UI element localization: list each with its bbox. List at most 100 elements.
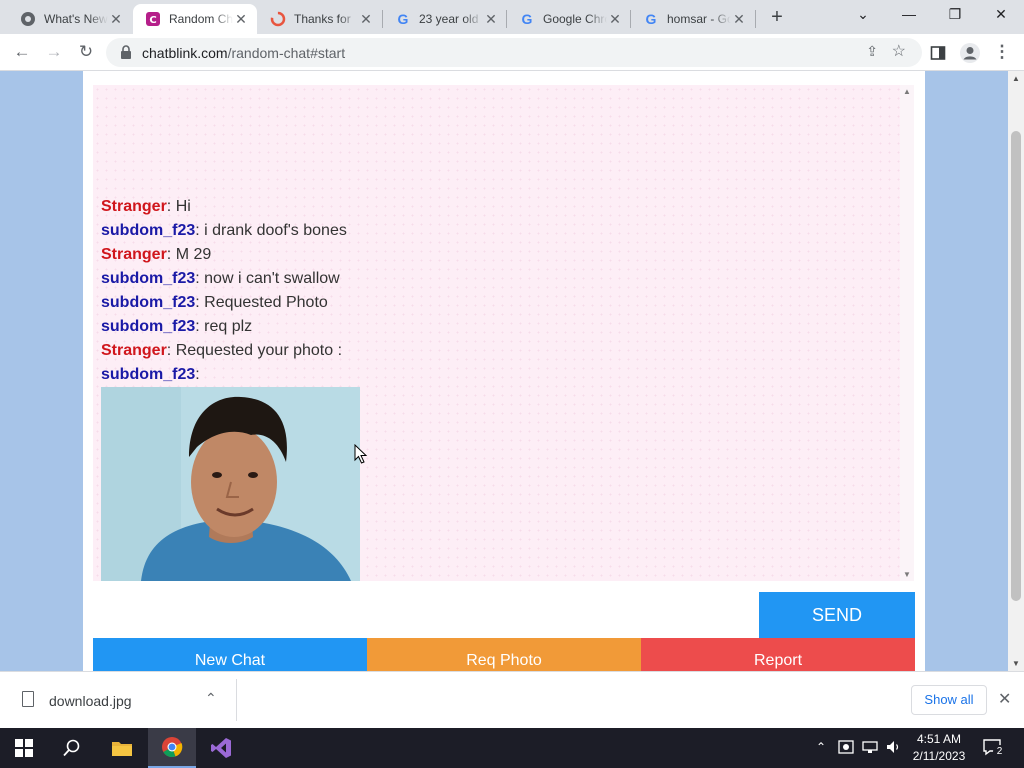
browser-toolbar: ← → ↻ chatblink.com/random-chat#start ⇪ … bbox=[0, 34, 1024, 71]
download-shelf: download.jpg ⌃ Show all ✕ bbox=[0, 671, 1024, 728]
system-clock[interactable]: 4:51 AM 2/11/2023 bbox=[907, 731, 971, 765]
message-text: : now i can't swallow bbox=[195, 270, 340, 287]
tab-thanks[interactable]: Thanks for ✕ bbox=[258, 4, 382, 34]
new-tab-button[interactable]: + bbox=[764, 5, 790, 31]
tab-title: homsar - Google bbox=[667, 12, 731, 26]
back-icon[interactable]: ← bbox=[10, 41, 34, 65]
visual-studio-icon[interactable] bbox=[197, 728, 245, 768]
google-icon: G bbox=[645, 11, 657, 27]
message-sender: Stranger bbox=[101, 342, 167, 359]
chrome-icon bbox=[20, 11, 36, 27]
tray-chevron-icon[interactable]: ⌃ bbox=[816, 740, 826, 754]
scroll-up-icon[interactable]: ▲ bbox=[900, 87, 914, 96]
portrait-photo[interactable] bbox=[101, 387, 360, 581]
forward-icon[interactable]: → bbox=[42, 41, 66, 65]
share-icon[interactable]: ⇪ bbox=[866, 43, 878, 60]
chat-panel: Stranger: Hi subdom_f23: i drank doof's b… bbox=[83, 71, 925, 671]
svg-text:C: C bbox=[149, 15, 156, 26]
restore-button[interactable]: ❐ bbox=[932, 0, 978, 30]
chat-message: subdom_f23: i drank doof's bones bbox=[101, 219, 347, 243]
windows-taskbar: ⌃ 4:51 AM 2/11/2023 2 bbox=[0, 728, 1024, 768]
show-all-button[interactable]: Show all bbox=[911, 685, 987, 715]
security-icon[interactable] bbox=[838, 740, 854, 757]
clock-date: 2/11/2023 bbox=[912, 749, 966, 763]
chat-log[interactable]: Stranger: Hi subdom_f23: i drank doof's b… bbox=[93, 85, 900, 581]
page-scrollbar[interactable]: ▲ ▼ bbox=[1008, 71, 1024, 671]
message-sender: Stranger bbox=[101, 246, 167, 263]
chat-message: subdom_f23: bbox=[101, 363, 347, 387]
scroll-up-icon[interactable]: ▲ bbox=[1008, 74, 1024, 83]
chatblink-icon: C bbox=[145, 11, 161, 27]
side-panel-icon[interactable] bbox=[926, 41, 950, 65]
url-text[interactable]: chatblink.com/random-chat#start bbox=[142, 45, 345, 61]
scrollbar-thumb[interactable] bbox=[1011, 131, 1021, 601]
bookmark-star-icon[interactable]: ☆ bbox=[892, 41, 906, 61]
file-icon bbox=[22, 691, 34, 707]
message-text: : req plz bbox=[195, 318, 253, 335]
volume-icon[interactable] bbox=[886, 740, 902, 757]
scroll-down-icon[interactable]: ▼ bbox=[1008, 659, 1024, 668]
clock-time: 4:51 AM bbox=[916, 732, 962, 746]
tab-search-icon[interactable]: ⌄ bbox=[840, 0, 886, 30]
message-sender: subdom_f23 bbox=[101, 270, 196, 287]
search-icon[interactable] bbox=[48, 728, 96, 768]
chat-scrollbar[interactable]: ▲ ▼ bbox=[900, 85, 914, 581]
chat-message: subdom_f23: Requested Photo bbox=[101, 291, 347, 315]
tab-separator bbox=[755, 10, 756, 28]
url-host: chatblink.com bbox=[142, 45, 228, 61]
close-tab-icon[interactable]: ✕ bbox=[607, 11, 623, 27]
close-shelf-icon[interactable]: ✕ bbox=[998, 689, 1011, 709]
file-explorer-icon[interactable] bbox=[98, 728, 146, 768]
message-sender: subdom_f23 bbox=[101, 318, 196, 335]
divider bbox=[236, 679, 237, 721]
message-text: : bbox=[195, 366, 200, 383]
page-viewport: Stranger: Hi subdom_f23: i drank doof's b… bbox=[0, 71, 1008, 671]
close-tab-icon[interactable]: ✕ bbox=[731, 11, 747, 27]
address-bar[interactable]: chatblink.com/random-chat#start ⇪ ☆ bbox=[106, 38, 922, 67]
tab-random-chat[interactable]: C Random Chat ✕ bbox=[133, 4, 257, 34]
chrome-icon[interactable] bbox=[148, 728, 196, 768]
minimize-button[interactable]: — bbox=[886, 0, 932, 30]
chat-message: Stranger: Hi bbox=[101, 195, 347, 219]
report-button[interactable]: Report bbox=[641, 638, 915, 671]
message-text: : Requested Photo bbox=[195, 294, 328, 311]
chat-message: subdom_f23: req plz bbox=[101, 315, 347, 339]
scroll-down-icon[interactable]: ▼ bbox=[900, 570, 914, 579]
close-tab-icon[interactable]: ✕ bbox=[108, 11, 124, 27]
message-text: : Hi bbox=[166, 198, 191, 215]
download-item[interactable]: download.jpg bbox=[49, 693, 132, 709]
message-input[interactable] bbox=[93, 592, 757, 638]
tab-title: Random Chat bbox=[169, 12, 233, 26]
message-sender: subdom_f23 bbox=[101, 294, 196, 311]
chevron-up-icon[interactable]: ⌃ bbox=[205, 690, 217, 707]
tab-homsar[interactable]: G homsar - Google ✕ bbox=[631, 4, 755, 34]
close-tab-icon[interactable]: ✕ bbox=[358, 11, 374, 27]
network-icon[interactable] bbox=[862, 740, 878, 757]
message-sender: subdom_f23 bbox=[101, 366, 196, 383]
message-text: : i drank doof's bones bbox=[195, 222, 347, 239]
message-text: : Requested your photo : bbox=[166, 342, 343, 359]
close-tab-icon[interactable]: ✕ bbox=[233, 11, 249, 27]
close-window-button[interactable]: ✕ bbox=[978, 0, 1024, 30]
tab-whats-new[interactable]: What's New ✕ bbox=[8, 4, 132, 34]
send-button[interactable]: SEND bbox=[759, 592, 915, 638]
notification-count: 2 bbox=[993, 745, 1006, 758]
google-icon: G bbox=[397, 11, 409, 27]
close-tab-icon[interactable]: ✕ bbox=[483, 11, 499, 27]
menu-kebab-icon[interactable]: ⋮ bbox=[990, 41, 1014, 65]
reload-icon[interactable]: ↻ bbox=[74, 41, 98, 65]
req-photo-button[interactable]: Req Photo bbox=[367, 638, 641, 671]
tab-google-chrome[interactable]: G Google Chrome ✕ bbox=[507, 4, 631, 34]
notification-icon[interactable]: 2 bbox=[982, 738, 1006, 758]
message-list: Stranger: Hi subdom_f23: i drank doof's b… bbox=[101, 195, 347, 387]
chat-message: Stranger: M 29 bbox=[101, 243, 347, 267]
profile-avatar-icon[interactable] bbox=[958, 41, 982, 65]
mouse-cursor-icon bbox=[354, 444, 368, 464]
windows-start-icon[interactable] bbox=[0, 728, 48, 768]
chat-message: Stranger: Requested your photo : bbox=[101, 339, 347, 363]
message-sender: subdom_f23 bbox=[101, 222, 196, 239]
tab-23-year-old[interactable]: G 23 year old ✕ bbox=[383, 4, 507, 34]
spinner-icon bbox=[270, 11, 286, 27]
lock-icon[interactable] bbox=[120, 45, 132, 59]
new-chat-button[interactable]: New Chat bbox=[93, 638, 367, 671]
